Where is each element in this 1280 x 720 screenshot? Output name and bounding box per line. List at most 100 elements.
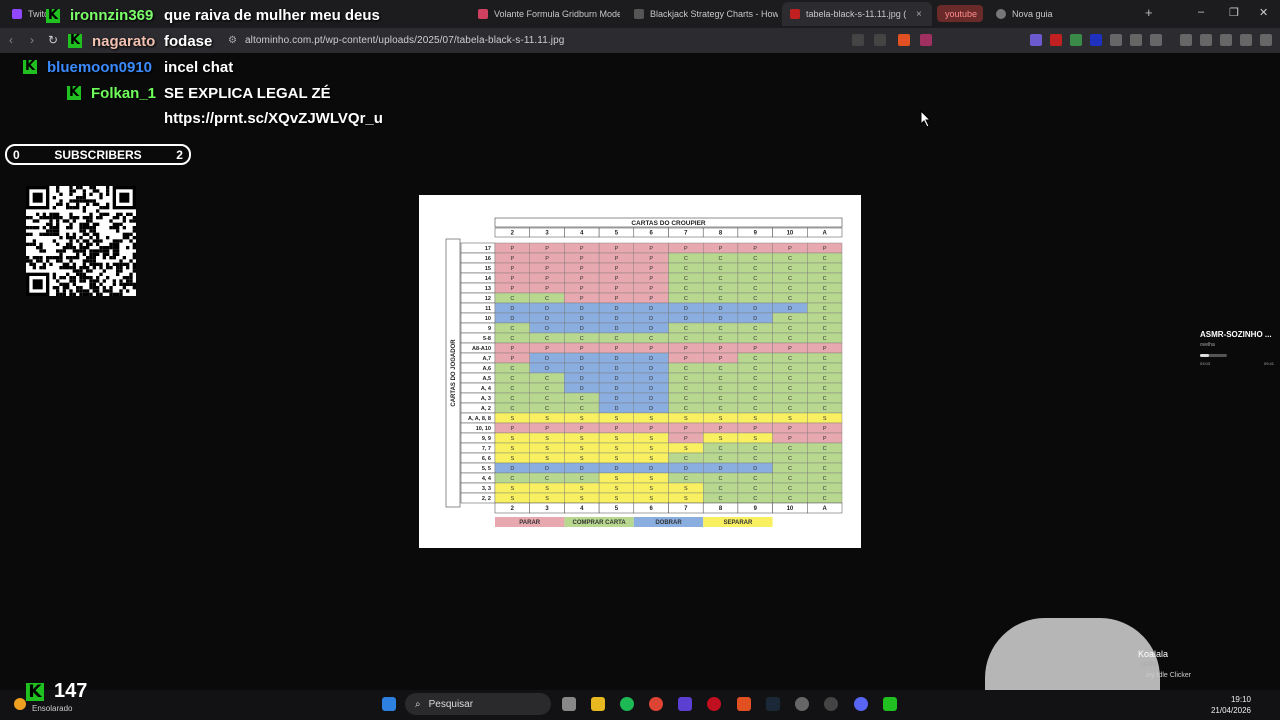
strategy-cell-code: C xyxy=(753,376,757,382)
taskbar-search[interactable]: ⌕ Pesquisar xyxy=(405,693,551,715)
windows-start-icon[interactable] xyxy=(382,697,396,711)
strategy-cell-code: C xyxy=(788,266,792,272)
strategy-cell-code: D xyxy=(614,356,618,362)
strategy-cell-code: C xyxy=(823,306,827,312)
extension-icon[interactable] xyxy=(1110,34,1122,46)
reader-icon[interactable] xyxy=(852,34,864,46)
row-label: 10, 10 xyxy=(476,426,491,432)
tab-new[interactable]: Nova guia xyxy=(988,2,1068,26)
strategy-cell-code: C xyxy=(753,496,757,502)
sidebar-icon[interactable] xyxy=(1180,34,1192,46)
minimize-icon[interactable]: – xyxy=(1198,6,1204,18)
strategy-cell-code: C xyxy=(719,376,723,382)
back-icon[interactable]: ‹ xyxy=(9,33,13,47)
menu-icon[interactable] xyxy=(1260,34,1272,46)
restore-icon[interactable]: ❐ xyxy=(1229,6,1239,19)
strategy-cell-code: C xyxy=(788,476,792,482)
leo-icon[interactable] xyxy=(1220,34,1232,46)
site-info-icon[interactable]: ⚙ xyxy=(228,35,237,46)
strategy-cell-code: P xyxy=(788,246,792,252)
file-explorer-icon[interactable] xyxy=(591,697,605,711)
strategy-cell-code: P xyxy=(788,346,792,352)
strategy-cell-code: P xyxy=(719,246,723,252)
strategy-cell-code: C xyxy=(788,396,792,402)
progress-bar[interactable] xyxy=(1200,354,1227,357)
close-window-icon[interactable]: ✕ xyxy=(1259,6,1268,19)
strategy-cell-code: D xyxy=(614,326,618,332)
strategy-cell-code: C xyxy=(753,296,757,302)
reload-icon[interactable]: ↻ xyxy=(48,33,58,47)
app-icon[interactable] xyxy=(824,697,838,711)
vpn-icon[interactable] xyxy=(1240,34,1252,46)
strategy-cell-code: D xyxy=(649,406,653,412)
strategy-cell-code: D xyxy=(719,466,723,472)
app-icon[interactable] xyxy=(678,697,692,711)
strategy-cell-code: S xyxy=(649,456,653,462)
now-playing-widget: ASMR-SOZINHO ... ovelha 03:03 09:41 xyxy=(1200,330,1274,366)
row-label: 15 xyxy=(485,266,491,272)
strategy-cell-code: D xyxy=(649,326,653,332)
brave-icon[interactable] xyxy=(737,697,751,711)
strategy-cell-code: C xyxy=(753,356,757,362)
row-label: 9 xyxy=(488,326,491,332)
strategy-cell-code: C xyxy=(719,276,723,282)
clock[interactable]: 19:10 21/04/2026 xyxy=(1205,694,1251,716)
kick-app-icon[interactable] xyxy=(883,697,897,711)
strategy-cell-code: C xyxy=(788,496,792,502)
strategy-cell-code: S xyxy=(649,446,653,452)
strategy-cell-code: P xyxy=(649,256,653,262)
strategy-cell-code: C xyxy=(510,386,514,392)
column-header: A xyxy=(822,231,827,237)
share-icon[interactable] xyxy=(874,34,886,46)
tab-volante[interactable]: Volante Formula Gridburn Modelo xyxy=(470,2,620,26)
strategy-cell-code: P xyxy=(545,286,549,292)
chrome-icon[interactable] xyxy=(649,697,663,711)
url-field[interactable]: altominho.com.pt/wp-content/uploads/2025… xyxy=(245,35,564,46)
strategy-cell-code: P xyxy=(511,346,515,352)
close-tab-icon[interactable]: × xyxy=(916,9,922,20)
row-label: 6, 6 xyxy=(482,456,491,462)
extension-icon[interactable] xyxy=(1030,34,1042,46)
steam-icon[interactable] xyxy=(766,697,780,711)
tab-blackjack-charts[interactable]: Blackjack Strategy Charts - How to xyxy=(626,2,778,26)
wallet-icon[interactable] xyxy=(1200,34,1212,46)
discord-icon[interactable] xyxy=(854,697,868,711)
strategy-cell-code: C xyxy=(753,276,757,282)
strategy-cell-code: D xyxy=(580,326,584,332)
strategy-cell-code: C xyxy=(510,406,514,412)
qr-code xyxy=(26,186,136,296)
strategy-cell-code: P xyxy=(545,246,549,252)
weather-icon[interactable] xyxy=(14,698,26,710)
strategy-cell-code: P xyxy=(684,356,688,362)
weather-label[interactable]: Ensolarado xyxy=(32,704,72,713)
brave-shields-icon[interactable] xyxy=(898,34,910,46)
row-axis-label: CARTAS DO JOGADOR xyxy=(451,339,457,407)
strategy-cell-code: S xyxy=(788,416,792,422)
strategy-cell-code: C xyxy=(823,396,827,402)
image-icon xyxy=(790,9,800,19)
strategy-cell-code: C xyxy=(719,486,723,492)
brave-rewards-icon[interactable] xyxy=(920,34,932,46)
extension-icon[interactable] xyxy=(1070,34,1082,46)
wallet-icon[interactable] xyxy=(1150,34,1162,46)
tab-active-image[interactable]: tabela-black-s-11.11.jpg (663×× xyxy=(782,2,932,26)
new-tab-button[interactable]: + xyxy=(1145,5,1153,20)
extension-icon[interactable] xyxy=(1090,34,1102,46)
strategy-cell-code: D xyxy=(614,366,618,372)
strategy-cell-code: S xyxy=(649,486,653,492)
strategy-cell-code: C xyxy=(823,276,827,282)
tab-youtube[interactable]: youtube xyxy=(937,5,983,22)
strategy-cell-code: P xyxy=(649,276,653,282)
strategy-cell-code: D xyxy=(614,396,618,402)
strategy-cell-code: P xyxy=(615,266,619,272)
opera-icon[interactable] xyxy=(707,697,721,711)
extension-icon[interactable] xyxy=(1050,34,1062,46)
task-view-icon[interactable] xyxy=(562,697,576,711)
spotify-icon[interactable] xyxy=(620,697,634,711)
kick-icon: K xyxy=(26,682,44,701)
app-icon[interactable] xyxy=(795,697,809,711)
strategy-cell-code: C xyxy=(684,276,688,282)
puzzle-icon[interactable] xyxy=(1130,34,1142,46)
forward-icon[interactable]: › xyxy=(30,33,34,47)
strategy-cell-code: P xyxy=(580,296,584,302)
